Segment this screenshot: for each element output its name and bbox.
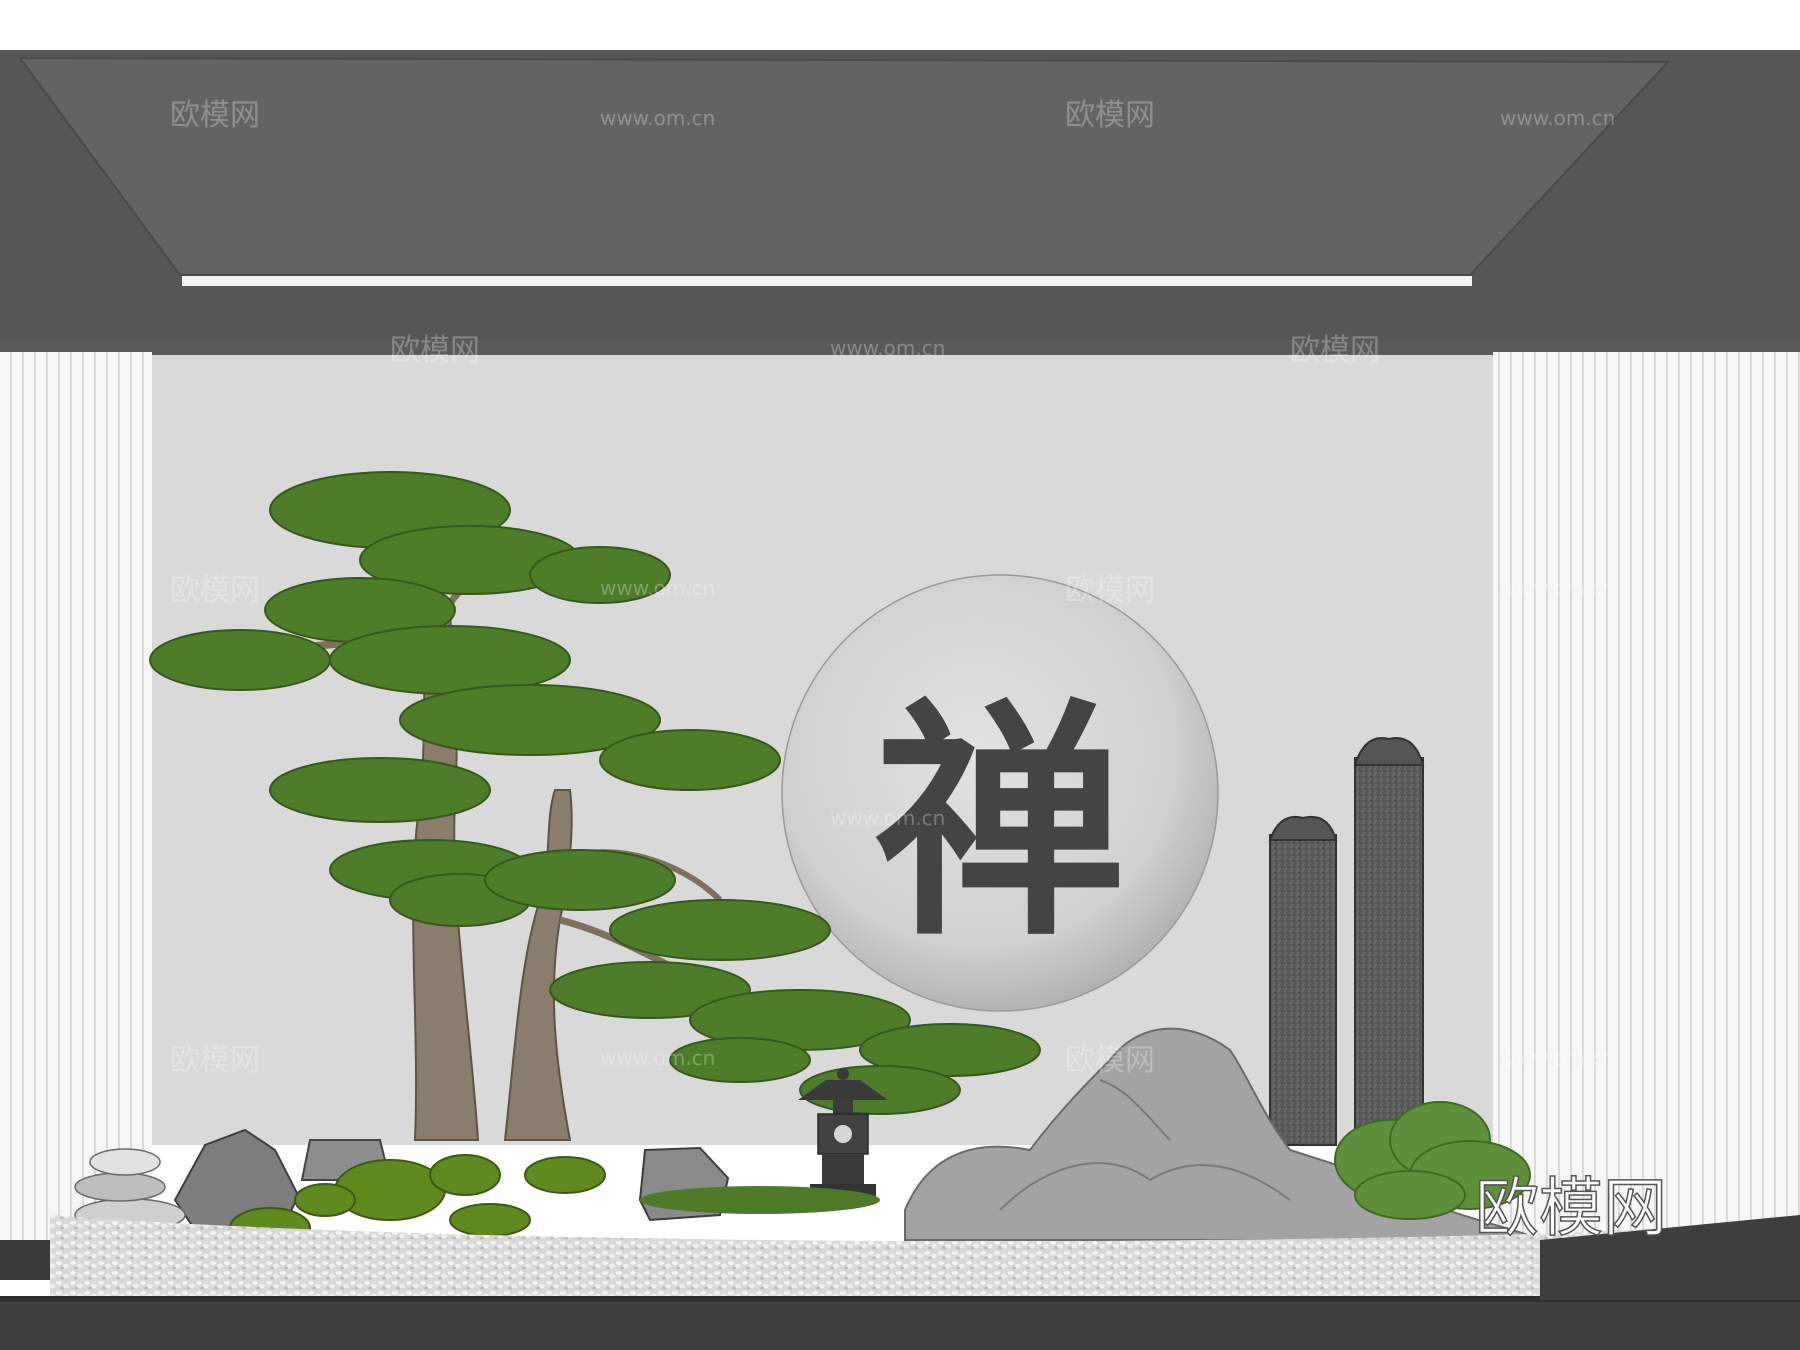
- zen-garden-scene: 禅 欧模网 www.om.cn 欧模网 www.om.cn 欧模网 www.om…: [0, 0, 1800, 1350]
- svg-text:欧模网: 欧模网: [1065, 1043, 1155, 1078]
- svg-text:www.om.cn: www.om.cn: [600, 106, 715, 130]
- moon-disc: 禅: [781, 574, 1219, 1012]
- svg-text:www.om.cn: www.om.cn: [600, 576, 715, 600]
- brand-watermark: 欧模网: [1475, 1172, 1667, 1246]
- ceiling-light-strip: [182, 276, 1472, 286]
- svg-text:www.om.cn: www.om.cn: [1500, 106, 1615, 130]
- svg-text:欧模网: 欧模网: [390, 333, 480, 368]
- svg-text:www.om.cn: www.om.cn: [1500, 576, 1615, 600]
- svg-text:欧模网: 欧模网: [1065, 98, 1155, 133]
- left-slat-panel: [0, 352, 152, 1242]
- svg-text:www.om.cn: www.om.cn: [830, 336, 945, 360]
- svg-text:www.om.cn: www.om.cn: [1500, 1046, 1615, 1070]
- svg-text:欧模网: 欧模网: [1065, 573, 1155, 608]
- right-slat-panel: [1493, 352, 1800, 1242]
- svg-text:欧模网: 欧模网: [1290, 333, 1380, 368]
- svg-text:www.om.cn: www.om.cn: [600, 1046, 715, 1070]
- svg-text:欧模网: 欧模网: [170, 573, 260, 608]
- svg-text:www.om.cn: www.om.cn: [830, 806, 945, 830]
- svg-text:欧模网: 欧模网: [170, 1043, 260, 1078]
- svg-text:欧模网: 欧模网: [170, 98, 260, 133]
- ceiling: [0, 50, 1800, 355]
